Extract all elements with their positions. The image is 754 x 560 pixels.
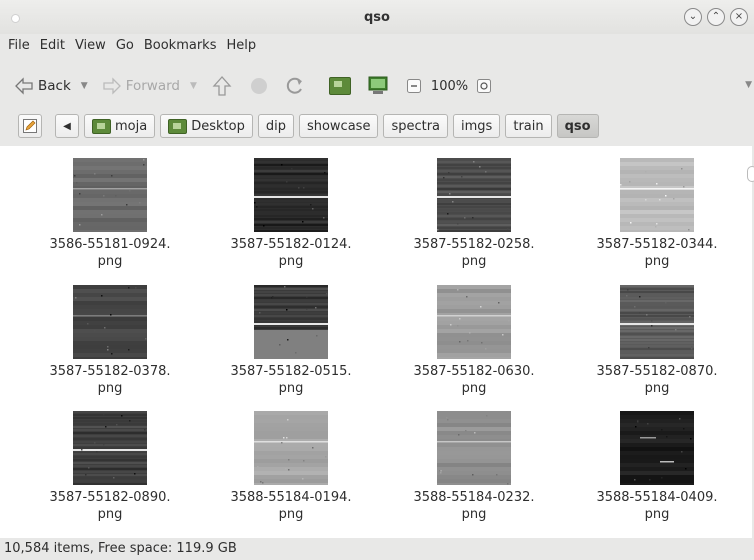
- edit-pencil-icon: [23, 119, 37, 133]
- image-thumbnail: [437, 285, 511, 359]
- up-arrow-icon[interactable]: [211, 75, 233, 97]
- toolbar: Back ▼ Forward ▼ 100% ▼: [0, 66, 754, 106]
- breadcrumb-imgs[interactable]: imgs: [453, 114, 501, 138]
- file-name: 3588-55184-0194. png: [230, 490, 352, 522]
- file-item[interactable]: 3587-55182-0515. png: [211, 285, 371, 397]
- image-thumbnail: [73, 158, 147, 232]
- breadcrumb-moja[interactable]: moja: [84, 114, 156, 138]
- image-thumbnail: [437, 411, 511, 485]
- breadcrumb-label: dip: [265, 118, 286, 134]
- arrow-left-icon: ◀: [63, 120, 71, 132]
- image-thumbnail: [254, 158, 328, 232]
- menu-bar: File Edit View Go Bookmarks Help: [0, 38, 256, 60]
- file-item[interactable]: 3587-55182-0630. png: [394, 285, 554, 397]
- close-button[interactable]: ×: [730, 8, 748, 26]
- breadcrumb-train[interactable]: train: [505, 114, 552, 138]
- file-name: 3587-55182-0515. png: [230, 364, 352, 396]
- back-button[interactable]: Back: [14, 77, 71, 95]
- window-title: qso: [364, 9, 390, 25]
- breadcrumb-dip[interactable]: dip: [257, 114, 294, 138]
- zoom-level: 100%: [430, 78, 469, 94]
- toolbar-overflow-icon[interactable]: ▼: [745, 80, 752, 90]
- image-thumbnail: [254, 411, 328, 485]
- back-history-dropdown-icon[interactable]: ▼: [81, 81, 88, 91]
- breadcrumb-showcase[interactable]: showcase: [298, 114, 379, 138]
- toggle-location-entry-button[interactable]: [18, 114, 42, 138]
- breadcrumb-label: qso: [564, 118, 591, 134]
- menu-go[interactable]: Go: [116, 38, 134, 60]
- home-folder-icon[interactable]: [328, 77, 351, 95]
- file-name: 3588-55184-0409. png: [596, 490, 718, 522]
- breadcrumb-label: moja: [115, 118, 148, 134]
- breadcrumb-label: imgs: [461, 118, 493, 134]
- file-item[interactable]: 3588-55184-0232. png: [394, 411, 554, 523]
- location-bar: ◀ moja Desktop dip showcase spectra imgs…: [0, 110, 754, 142]
- status-bar: 10,584 items, Free space: 119.9 GB: [0, 538, 754, 558]
- image-thumbnail: [620, 411, 694, 485]
- file-item[interactable]: 3587-55182-0258. png: [394, 158, 554, 270]
- image-thumbnail: [254, 285, 328, 359]
- back-arrow-icon: [15, 77, 33, 95]
- file-name: 3587-55182-0258. png: [413, 237, 535, 269]
- file-item[interactable]: 3587-55182-0344. png: [577, 158, 737, 270]
- maximize-button[interactable]: ⌃: [707, 8, 725, 26]
- menu-bookmarks[interactable]: Bookmarks: [144, 38, 217, 60]
- file-name: 3587-55182-0124. png: [230, 237, 352, 269]
- image-thumbnail: [620, 158, 694, 232]
- image-thumbnail: [620, 285, 694, 359]
- home-folder-icon: [92, 118, 111, 134]
- file-item[interactable]: 3587-55182-0870. png: [577, 285, 737, 397]
- file-item[interactable]: 3587-55182-0124. png: [211, 158, 371, 270]
- forward-label: Forward: [125, 78, 180, 94]
- title-bar: qso ⌄ ⌃ ×: [0, 0, 754, 34]
- file-name: 3588-55184-0232. png: [413, 490, 535, 522]
- zoom-in-icon[interactable]: [477, 79, 492, 93]
- stop-icon[interactable]: [250, 78, 267, 94]
- image-thumbnail: [73, 411, 147, 485]
- menu-view[interactable]: View: [75, 38, 106, 60]
- forward-history-dropdown-icon[interactable]: ▼: [190, 81, 197, 91]
- file-item[interactable]: 3587-55182-0378. png: [30, 285, 190, 397]
- breadcrumb-desktop[interactable]: Desktop: [160, 114, 253, 138]
- window-menu-dot[interactable]: [11, 14, 20, 23]
- breadcrumb-label: spectra: [391, 118, 441, 134]
- file-name: 3587-55182-0378. png: [49, 364, 171, 396]
- back-label: Back: [38, 78, 71, 94]
- menu-edit[interactable]: Edit: [40, 38, 65, 60]
- file-item[interactable]: 3588-55184-0194. png: [211, 411, 371, 523]
- scrollbar-thumb[interactable]: [747, 166, 754, 182]
- file-item[interactable]: 3588-55184-0409. png: [577, 411, 737, 523]
- image-thumbnail: [437, 158, 511, 232]
- forward-button[interactable]: Forward: [102, 77, 180, 95]
- file-name: 3587-55182-0870. png: [596, 364, 718, 396]
- image-thumbnail: [73, 285, 147, 359]
- file-view[interactable]: 3586-55181-0924. png 3587-55182-0124. pn…: [0, 146, 754, 538]
- vertical-scrollbar[interactable]: [747, 146, 754, 538]
- menu-help[interactable]: Help: [226, 38, 256, 60]
- forward-arrow-icon: [103, 77, 121, 95]
- breadcrumb-label: Desktop: [191, 118, 245, 134]
- breadcrumb-label: showcase: [306, 118, 371, 134]
- file-name: 3587-55182-0630. png: [413, 364, 535, 396]
- computer-icon[interactable]: [367, 76, 389, 96]
- file-name: 3586-55181-0924. png: [49, 237, 171, 269]
- desktop-folder-icon: [168, 118, 188, 134]
- zoom-out-icon[interactable]: [406, 79, 421, 93]
- breadcrumb-spectra[interactable]: spectra: [383, 114, 449, 138]
- file-name: 3587-55182-0890. png: [49, 490, 171, 522]
- menu-file[interactable]: File: [8, 38, 30, 60]
- file-item[interactable]: 3587-55182-0890. png: [30, 411, 190, 523]
- minimize-button[interactable]: ⌄: [684, 8, 702, 26]
- file-name: 3587-55182-0344. png: [596, 237, 718, 269]
- reload-icon[interactable]: [285, 76, 305, 96]
- breadcrumb-label: train: [513, 118, 544, 134]
- file-item[interactable]: 3586-55181-0924. png: [30, 158, 190, 270]
- breadcrumb-qso[interactable]: qso: [556, 114, 599, 138]
- breadcrumb-scroll-left-button[interactable]: ◀: [55, 114, 79, 138]
